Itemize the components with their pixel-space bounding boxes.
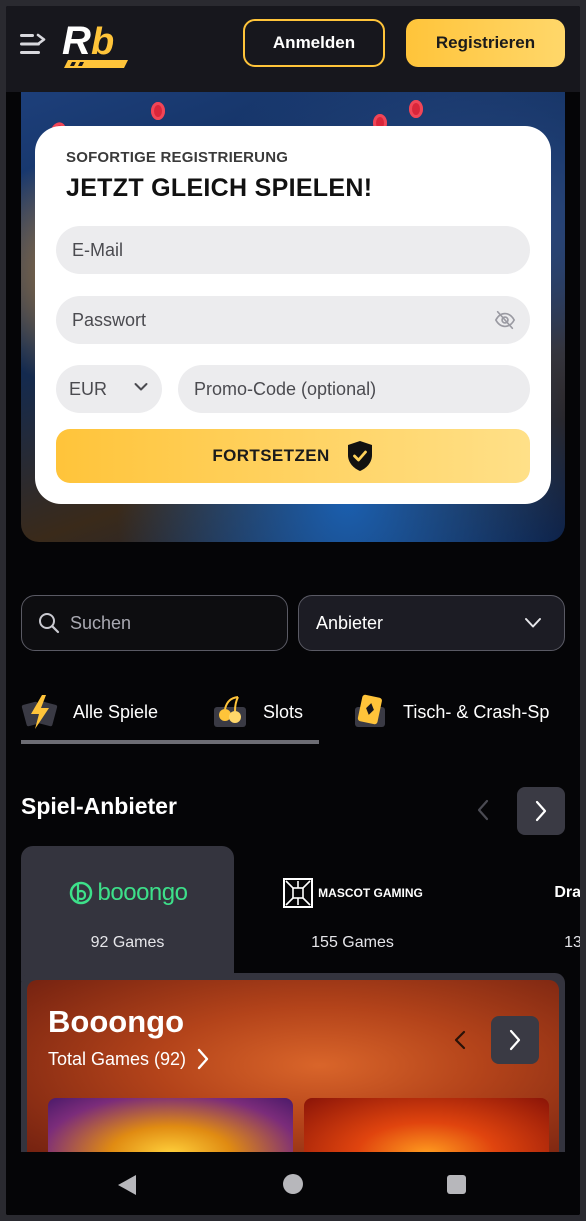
search-placeholder: Suchen (70, 612, 132, 633)
booongo-mark-icon (69, 881, 92, 905)
total-games-link[interactable]: Total Games (92) (48, 1048, 210, 1070)
provider-name: MASCOT GAMING (318, 886, 423, 900)
provider-name: booongo (97, 879, 188, 906)
provider-name: Drago (554, 884, 580, 901)
lightning-cards-icon (21, 695, 58, 729)
section-title: Spiel-Anbieter (21, 793, 177, 819)
tab-label: Alle Spiele (73, 701, 159, 722)
tab-table-crash-games[interactable]: Tisch- & Crash-Sp (351, 690, 549, 734)
currency-value: EUR (69, 378, 108, 399)
games-next-button[interactable] (491, 1016, 539, 1064)
games-prev-button[interactable] (445, 1022, 475, 1058)
chevron-down-icon (525, 618, 541, 628)
top-header: R b Anmelden Registrieren (6, 6, 580, 92)
signup-title: JETZT GLEICH SPIELEN! (66, 174, 373, 202)
tab-label: Slots (263, 701, 304, 722)
providers-carousel: booongo 92 Games MASCOT GAMING 155 Games… (21, 846, 580, 981)
providers-prev-button[interactable] (463, 787, 503, 833)
back-icon[interactable] (116, 1174, 138, 1196)
provider-game-count: 92 Games (90, 934, 165, 951)
mascot-gaming-logo: MASCOT GAMING (282, 876, 423, 910)
chevron-left-icon (477, 799, 489, 821)
provider-game-count: 155 Games (311, 934, 394, 951)
provider-card-mascot-gaming[interactable]: MASCOT GAMING 155 Games (246, 846, 459, 981)
currency-select[interactable]: EUR (56, 365, 162, 413)
svg-text:R: R (62, 19, 91, 63)
svg-text:b: b (91, 21, 114, 63)
search-icon (39, 613, 60, 634)
dragon-logo: Drago (554, 876, 580, 910)
category-tabs: Alle Spiele Slots Tisch- & Crash-Sp (21, 690, 580, 748)
featured-provider-title: Booongo (48, 1004, 185, 1039)
signup-card: SOFORTIGE REGISTRIERUNG JETZT GLEICH SPI… (35, 126, 551, 504)
tab-slots[interactable]: Slots (211, 690, 303, 734)
continue-label: FORTSETZEN (212, 446, 330, 465)
mascot-mark-icon (283, 878, 314, 908)
chevron-down-icon (134, 383, 148, 391)
continue-button[interactable]: FORTSETZEN (56, 429, 530, 483)
app-frame: R b Anmelden Registrieren SOFORTIGE REGI… (6, 6, 580, 1215)
providers-next-button[interactable] (517, 787, 565, 835)
signup-eyebrow: SOFORTIGE REGISTRIERUNG (66, 149, 289, 166)
featured-provider-panel: Booongo Total Games (92) (21, 973, 565, 1163)
chevron-right-icon (509, 1029, 521, 1051)
chevron-left-icon (454, 1030, 466, 1050)
tab-all-games[interactable]: Alle Spiele (21, 690, 158, 734)
active-tab-indicator (21, 740, 319, 744)
booongo-logo: booongo (68, 876, 188, 910)
total-games-label: Total Games (92) (48, 1048, 187, 1069)
provider-game-count: 136 (564, 934, 580, 951)
provider-dropdown-label: Anbieter (316, 612, 384, 633)
eye-off-icon[interactable] (494, 309, 516, 331)
password-field[interactable]: Passwort (56, 296, 530, 344)
tab-label: Tisch- & Crash-Sp (403, 701, 550, 722)
search-input[interactable]: Suchen (21, 595, 288, 651)
poker-chip-decoration (151, 102, 165, 120)
chevron-right-icon (535, 800, 547, 822)
poker-chip-decoration (409, 100, 423, 118)
card-icon (355, 694, 385, 727)
system-nav-bar (6, 1152, 580, 1215)
brand-logo[interactable]: R b (62, 18, 134, 68)
email-placeholder: E-Mail (72, 239, 124, 260)
promo-code-field[interactable]: Promo-Code (optional) (178, 365, 530, 413)
recents-icon[interactable] (447, 1175, 466, 1194)
cherries-icon (214, 696, 246, 727)
home-icon[interactable] (283, 1174, 303, 1194)
provider-dropdown[interactable]: Anbieter (298, 595, 565, 651)
featured-provider-banner: Booongo Total Games (92) (27, 980, 559, 1163)
promo-code-placeholder: Promo-Code (optional) (194, 378, 377, 399)
chevron-right-icon (197, 1048, 209, 1070)
provider-card-dragon[interactable]: Drago 136 (471, 846, 580, 981)
menu-icon[interactable] (20, 32, 46, 56)
register-button[interactable]: Registrieren (406, 19, 565, 67)
email-field[interactable]: E-Mail (56, 226, 530, 274)
provider-card-booongo[interactable]: booongo 92 Games (21, 846, 234, 981)
password-placeholder: Passwort (72, 309, 147, 330)
login-button[interactable]: Anmelden (243, 19, 385, 67)
shield-check-icon (347, 441, 372, 471)
